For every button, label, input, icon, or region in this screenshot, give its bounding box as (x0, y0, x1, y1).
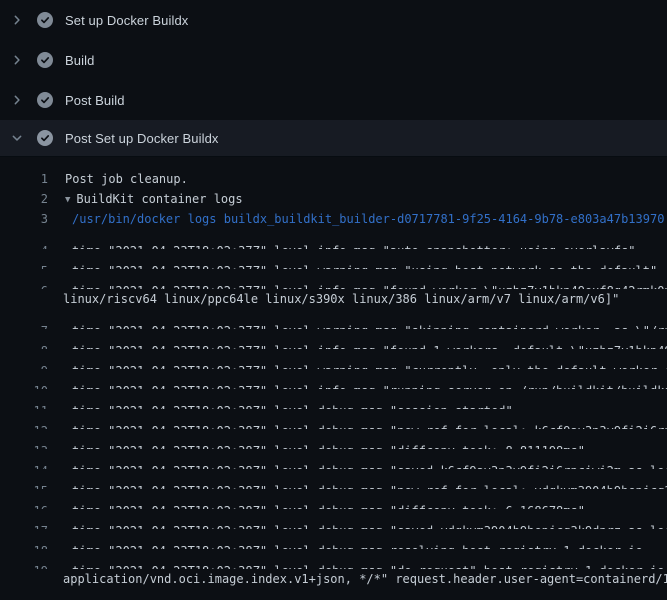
log-line: 16 time="2021-04-23T18:02:38Z" level=deb… (0, 489, 667, 509)
line-number[interactable]: 19 (0, 561, 48, 569)
log-line: 10 time="2021-04-23T18:02:37Z" level=inf… (0, 369, 667, 389)
line-number[interactable]: 9 (0, 361, 48, 369)
line-text: time="2021-04-23T18:02:38Z" level=debug … (72, 501, 585, 509)
line-text: time="2021-04-23T18:02:38Z" level=debug … (72, 521, 667, 529)
line-number[interactable]: 8 (0, 341, 48, 349)
line-text: time="2021-04-23T18:02:37Z" level=info m… (72, 341, 667, 349)
line-number[interactable]: 2 (0, 189, 48, 209)
chevron-right-icon (10, 52, 24, 68)
log-line: 12 time="2021-04-23T18:02:38Z" level=deb… (0, 409, 667, 429)
log-line: linux/riscv64 linux/ppc64le linux/s390x … (0, 289, 667, 309)
log-group-header[interactable]: ▼ BuildKit container logs (65, 189, 243, 209)
line-number[interactable]: 1 (0, 169, 48, 189)
log-lines: 1 Post job cleanup. 2 ▼ BuildKit containe… (0, 169, 667, 600)
log-line: 9 time="2021-04-23T18:02:37Z" level=warn… (0, 349, 667, 369)
log-line: application/vnd.oci.image.index.v1+json,… (0, 569, 667, 589)
line-number[interactable]: 18 (0, 541, 48, 549)
line-number[interactable]: 16 (0, 501, 48, 509)
check-circle-icon (37, 92, 53, 108)
log-line: 13 time="2021-04-23T18:02:38Z" level=deb… (0, 429, 667, 449)
steps-panel: Set up Docker Buildx Build Post Build Po… (0, 0, 667, 157)
line-text: Post job cleanup. (65, 169, 188, 189)
step-row-post-setup-docker-buildx[interactable]: Post Set up Docker Buildx (0, 120, 667, 157)
line-number[interactable]: 10 (0, 381, 48, 389)
line-text: time="2021-04-23T18:02:38Z" level=debug … (72, 441, 585, 449)
line-number[interactable]: 4 (0, 241, 48, 249)
line-text: time="2021-04-23T18:02:38Z" level=debug … (72, 541, 643, 549)
chevron-right-icon (10, 12, 24, 28)
group-label: BuildKit container logs (76, 192, 242, 206)
line-text: time="2021-04-23T18:02:38Z" level=debug … (72, 561, 667, 569)
line-text: time="2021-04-23T18:02:38Z" level=debug … (72, 481, 667, 489)
check-circle-icon (37, 52, 53, 68)
step-row-build[interactable]: Build (0, 40, 667, 80)
step-label: Post Build (65, 93, 125, 108)
line-text: /usr/bin/docker logs buildx_buildkit_bui… (72, 209, 664, 229)
line-text: time="2021-04-23T18:02:37Z" level=warnin… (72, 361, 667, 369)
line-number[interactable]: 17 (0, 521, 48, 529)
log-line: 20 time="2021-04-23T18:02:38Z" level=deb… (0, 589, 667, 600)
chevron-down-icon (10, 130, 24, 146)
log-line: 3 /usr/bin/docker logs buildx_buildkit_b… (0, 209, 667, 229)
log-line: 6 time="2021-04-23T18:02:37Z" level=info… (0, 269, 667, 289)
line-number[interactable]: 5 (0, 261, 48, 269)
log-line: 19 time="2021-04-23T18:02:38Z" level=deb… (0, 549, 667, 569)
log-line: 15 time="2021-04-23T18:02:38Z" level=deb… (0, 469, 667, 489)
log-line: 1 Post job cleanup. (0, 169, 667, 189)
log-line: 17 time="2021-04-23T18:02:38Z" level=deb… (0, 509, 667, 529)
log-line: 4 time="2021-04-23T18:02:37Z" level=info… (0, 229, 667, 249)
chevron-right-icon (10, 92, 24, 108)
line-number[interactable]: 12 (0, 421, 48, 429)
step-row-setup-docker-buildx[interactable]: Set up Docker Buildx (0, 0, 667, 40)
log-line: 14 time="2021-04-23T18:02:38Z" level=deb… (0, 449, 667, 469)
log-area: 1 Post job cleanup. 2 ▼ BuildKit containe… (0, 157, 667, 600)
line-number[interactable]: 11 (0, 401, 48, 409)
log-line: 18 time="2021-04-23T18:02:38Z" level=deb… (0, 529, 667, 549)
line-text: time="2021-04-23T18:02:37Z" level=info m… (72, 241, 636, 249)
line-text: linux/riscv64 linux/ppc64le linux/s390x … (63, 289, 619, 309)
log-line: 2 ▼ BuildKit container logs (0, 189, 667, 209)
line-number[interactable]: 6 (0, 281, 48, 289)
line-text: time="2021-04-23T18:02:37Z" level=warnin… (72, 261, 657, 269)
line-text: time="2021-04-23T18:02:38Z" level=debug … (72, 461, 667, 469)
line-number[interactable]: 7 (0, 321, 48, 329)
log-line: 11 time="2021-04-23T18:02:38Z" level=deb… (0, 389, 667, 409)
line-text: time="2021-04-23T18:02:38Z" level=debug … (72, 401, 513, 409)
line-text: time="2021-04-23T18:02:37Z" level=warnin… (72, 321, 667, 329)
line-number[interactable] (0, 289, 48, 309)
log-line: 8 time="2021-04-23T18:02:37Z" level=info… (0, 329, 667, 349)
step-label: Post Set up Docker Buildx (65, 131, 219, 146)
group-collapse-icon[interactable]: ▼ (65, 190, 70, 209)
step-label: Build (65, 53, 94, 68)
step-label: Set up Docker Buildx (65, 13, 188, 28)
line-number[interactable]: 13 (0, 441, 48, 449)
line-number[interactable]: 15 (0, 481, 48, 489)
line-number[interactable]: 14 (0, 461, 48, 469)
line-text: time="2021-04-23T18:02:37Z" level=info m… (72, 281, 667, 289)
check-circle-icon (37, 130, 53, 146)
line-text: time="2021-04-23T18:02:38Z" level=debug … (72, 421, 667, 429)
step-row-post-build[interactable]: Post Build (0, 80, 667, 120)
log-line: 7 time="2021-04-23T18:02:37Z" level=warn… (0, 309, 667, 329)
line-text: application/vnd.oci.image.index.v1+json,… (63, 569, 667, 589)
line-number[interactable] (0, 569, 48, 589)
log-line: 5 time="2021-04-23T18:02:37Z" level=warn… (0, 249, 667, 269)
check-circle-icon (37, 12, 53, 28)
line-text: time="2021-04-23T18:02:37Z" level=info m… (72, 381, 667, 389)
line-number[interactable]: 3 (0, 209, 48, 229)
